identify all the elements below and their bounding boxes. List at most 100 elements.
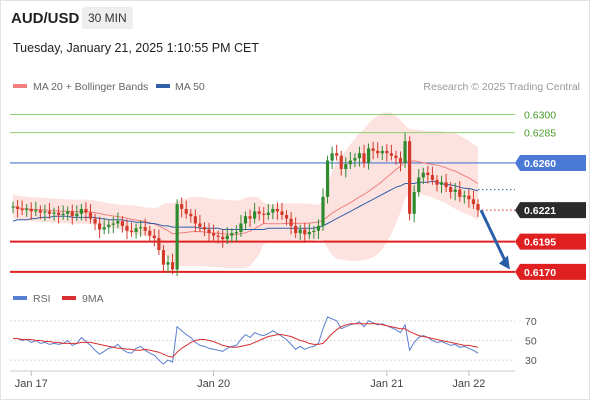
rsi-pane: 70 50 30	[10, 316, 537, 367]
candle-body	[417, 177, 421, 192]
candle-body	[316, 225, 321, 231]
candle-body	[362, 153, 366, 163]
candle-body	[189, 213, 193, 217]
candle-body	[129, 230, 134, 232]
candle-body	[476, 204, 480, 211]
candle-body	[56, 212, 61, 215]
candle-body	[284, 215, 289, 219]
candle-body	[408, 141, 412, 214]
candle-body	[307, 231, 311, 235]
candle-body	[439, 182, 444, 185]
candle-body	[216, 235, 220, 237]
candle-body	[312, 230, 316, 232]
candle-body	[221, 236, 225, 240]
candle-body	[225, 235, 229, 240]
candle-body	[303, 229, 307, 235]
rsi-tick-label: 30	[525, 355, 537, 367]
bollinger-legend-label: MA 20 + Bollinger Bands	[33, 81, 148, 93]
candle-body	[102, 227, 106, 230]
candle-body	[462, 195, 466, 197]
time-tick-label: Jan 22	[452, 378, 485, 390]
candle-body	[157, 238, 161, 251]
candle-body	[243, 216, 248, 224]
price-level-tags: 0.6300 0.6285 0.6260 0.6221 0.6195 0.6170	[515, 110, 586, 280]
candle-body	[43, 211, 47, 213]
candle-body	[385, 150, 389, 154]
candle-body	[248, 216, 252, 219]
price-level-label: 0.6260	[524, 158, 556, 170]
candle-body	[280, 211, 284, 215]
candle-body	[394, 155, 398, 159]
candle-body	[175, 204, 179, 270]
candle-body	[376, 150, 380, 154]
candle-body	[20, 208, 24, 211]
rsi-legend-swatch	[13, 296, 27, 300]
rsi-tick-label: 70	[525, 316, 537, 328]
candle-body	[34, 210, 38, 212]
candle-body	[47, 211, 52, 214]
candle-body	[389, 153, 393, 156]
main-legend: MA 20 + Bollinger Bands MA 50 Research ©…	[13, 81, 580, 93]
rsi-ma-legend-swatch	[62, 296, 76, 300]
candle-body	[116, 221, 120, 224]
candle-body	[348, 160, 352, 165]
candle-body	[143, 227, 147, 231]
candle-body	[430, 175, 435, 180]
candle-body	[202, 227, 207, 230]
candle-body	[180, 204, 184, 209]
candle-body	[230, 233, 234, 236]
candle-body	[398, 158, 403, 163]
price-level-label: 0.6221	[524, 205, 556, 217]
candle-body	[471, 199, 476, 205]
time-tick-label: Jan 20	[197, 378, 230, 390]
candle-body	[25, 208, 29, 211]
candle-body	[79, 208, 83, 214]
candle-body	[120, 221, 125, 226]
candle-body	[421, 172, 425, 178]
candle-body	[88, 212, 93, 219]
candle-body	[75, 213, 79, 217]
candle-body	[111, 223, 115, 225]
candle-body	[444, 182, 448, 188]
rsi-legend: RSI 9MA	[13, 293, 104, 305]
time-tick-label: Jan 21	[370, 378, 403, 390]
candle-body	[98, 223, 102, 230]
candle-body	[339, 155, 343, 169]
candle-body	[11, 206, 15, 208]
bollinger-legend-swatch	[13, 84, 27, 88]
candle-body	[453, 189, 457, 192]
candle-body	[184, 208, 188, 214]
candle-body	[239, 223, 243, 232]
candle-body	[211, 233, 216, 236]
candle-body	[458, 189, 462, 197]
candle-body	[198, 223, 202, 228]
candle-body	[84, 208, 88, 213]
candle-body	[321, 196, 325, 226]
candle-body	[70, 211, 74, 217]
candle-body	[403, 141, 407, 163]
candle-body	[15, 206, 20, 209]
candle-body	[298, 229, 302, 234]
candle-body	[380, 150, 384, 154]
candle-body	[125, 225, 129, 231]
candle-body	[29, 208, 33, 212]
candle-body	[152, 235, 156, 238]
forecast-arrow-shaft	[479, 209, 508, 264]
time-axis: Jan 17 Jan 20 Jan 21 Jan 22	[15, 371, 485, 390]
candle-body	[166, 262, 170, 265]
time-tick-label: Jan 17	[15, 378, 48, 390]
candle-body	[234, 231, 238, 234]
forecast-arrow	[479, 209, 510, 270]
candle-body	[426, 172, 430, 176]
ma50-legend-swatch	[156, 84, 170, 88]
candle-body	[66, 211, 70, 214]
candle-body	[335, 153, 339, 156]
rsi-ma-legend-label: 9MA	[82, 293, 104, 305]
candle-body	[330, 153, 334, 161]
candle-body	[467, 195, 471, 200]
candle-body	[275, 208, 280, 212]
candle-body	[253, 211, 257, 219]
candle-body	[289, 218, 293, 226]
copyright-text: Research © 2025 Trading Central	[423, 81, 580, 93]
price-level-label: 0.6170	[524, 267, 556, 279]
